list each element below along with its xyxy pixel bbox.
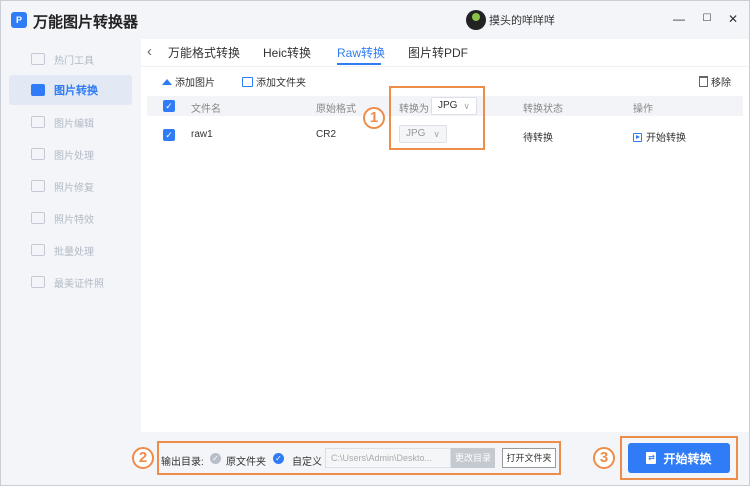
- header-status: 转换状态: [523, 104, 563, 115]
- tab-raw-convert[interactable]: Raw转换: [337, 44, 385, 61]
- sidebar-item-label: 图片转换: [54, 85, 98, 97]
- avatar[interactable]: [466, 10, 486, 30]
- tab-image-to-pdf[interactable]: 图片转PDF: [408, 44, 468, 61]
- app-window: P 万能图片转换器 摸头的咩咩咩 — ☐ ✕ 热门工具 图片转换 图片编辑 图片…: [0, 0, 750, 486]
- annotation-box-3: [620, 436, 738, 480]
- batch-icon: [31, 244, 45, 256]
- add-image-label: 添加图片: [175, 78, 215, 89]
- active-tab-indicator: [337, 63, 381, 65]
- row-start-convert-button[interactable]: 开始转换: [633, 129, 686, 144]
- user-profile[interactable]: 摸头的咩咩咩: [466, 10, 555, 30]
- sidebar-item-label: 最美证件照: [54, 278, 104, 290]
- row-filename: raw1: [191, 129, 213, 140]
- id-photo-icon: [31, 276, 45, 288]
- back-icon[interactable]: ‹: [147, 43, 152, 60]
- tab-heic-convert[interactable]: Heic转换: [263, 44, 311, 61]
- trash-icon: [699, 76, 708, 87]
- sidebar-item-label: 照片修复: [54, 182, 94, 194]
- title-bar: P 万能图片转换器 摸头的咩咩咩 — ☐ ✕: [1, 1, 749, 39]
- add-image-button[interactable]: 添加图片: [162, 74, 215, 89]
- select-all-checkbox[interactable]: ✓: [163, 100, 175, 112]
- row-checkbox[interactable]: ✓: [163, 129, 175, 141]
- close-icon[interactable]: ✕: [725, 11, 741, 27]
- row-status: 待转换: [523, 133, 553, 144]
- remove-label: 移除: [711, 78, 731, 89]
- annotation-marker-1: 1: [363, 107, 385, 129]
- sidebar: 热门工具 图片转换 图片编辑 图片处理 照片修复 照片特效 批量处理 最美证件照: [1, 39, 141, 485]
- tab-universal-convert[interactable]: 万能格式转换: [168, 44, 240, 61]
- folder-plus-icon: [242, 76, 253, 87]
- edit-icon: [31, 116, 45, 128]
- process-icon: [31, 148, 45, 160]
- image-icon: [162, 78, 172, 85]
- fire-icon: [31, 53, 45, 65]
- annotation-box-1: [389, 86, 485, 150]
- annotation-marker-3: 3: [593, 447, 615, 469]
- sidebar-item-photo-effects[interactable]: 照片特效: [9, 203, 132, 233]
- app-logo-icon: P: [11, 12, 27, 28]
- tab-bar: ‹ 万能格式转换 Heic转换 Raw转换 图片转PDF: [141, 39, 749, 67]
- sidebar-item-label: 照片特效: [54, 214, 94, 226]
- annotation-marker-2: 2: [132, 447, 154, 469]
- row-original-format: CR2: [316, 129, 337, 140]
- sidebar-item-label: 热门工具: [54, 55, 94, 67]
- row-action-label: 开始转换: [646, 133, 686, 144]
- header-action: 操作: [633, 104, 653, 115]
- sidebar-item-image-edit[interactable]: 图片编辑: [9, 107, 132, 137]
- sidebar-item-photo-repair[interactable]: 照片修复: [9, 171, 132, 201]
- add-folder-label: 添加文件夹: [256, 78, 306, 89]
- maximize-icon[interactable]: ☐: [699, 11, 715, 27]
- sidebar-item-id-photo[interactable]: 最美证件照: [9, 267, 132, 297]
- sidebar-item-label: 批量处理: [54, 246, 94, 258]
- sidebar-item-label: 图片处理: [54, 150, 94, 162]
- user-name[interactable]: 摸头的咩咩咩: [489, 12, 555, 28]
- play-icon: [633, 133, 642, 142]
- convert-icon: [31, 84, 45, 96]
- effects-icon: [31, 212, 45, 224]
- annotation-box-2: [157, 441, 561, 475]
- sidebar-item-hot-tools[interactable]: 热门工具: [9, 44, 132, 74]
- repair-icon: [31, 180, 45, 192]
- minimize-icon[interactable]: —: [671, 11, 687, 27]
- header-original-format: 原始格式: [316, 104, 356, 115]
- sidebar-item-label: 图片编辑: [54, 118, 94, 130]
- sidebar-item-image-convert[interactable]: 图片转换: [9, 75, 132, 105]
- header-filename: 文件名: [191, 104, 221, 115]
- sidebar-item-image-process[interactable]: 图片处理: [9, 139, 132, 169]
- remove-button[interactable]: 移除: [699, 74, 731, 89]
- sidebar-item-batch-process[interactable]: 批量处理: [9, 235, 132, 265]
- add-folder-button[interactable]: 添加文件夹: [242, 74, 306, 89]
- app-title: 万能图片转换器: [33, 14, 139, 31]
